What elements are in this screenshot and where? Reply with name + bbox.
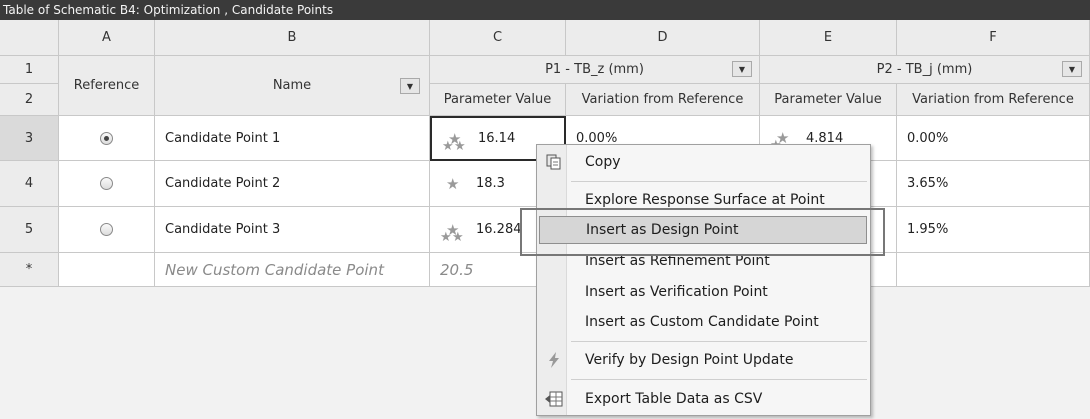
column-a-header[interactable]: A [59, 20, 155, 56]
p1-value: 16.14 [478, 131, 516, 146]
name-filter-dropdown[interactable]: ▼ [400, 78, 420, 94]
star-icon: ★ [446, 174, 460, 193]
menu-item-verify-by-design-point-update[interactable]: Verify by Design Point Update [537, 346, 870, 374]
menu-item-label: Export Table Data as CSV [585, 391, 763, 407]
corner-cell [0, 20, 59, 56]
chevron-down-icon: ▼ [738, 64, 746, 74]
row-number-4[interactable]: 4 [0, 161, 59, 207]
p1-value: 16.284 [476, 222, 522, 237]
row-number-2[interactable]: 2 [0, 84, 59, 116]
p1-dropdown[interactable]: ▼ [732, 61, 752, 77]
chevron-down-icon: ▼ [1068, 64, 1076, 74]
row-number-3[interactable]: 3 [0, 116, 59, 161]
reference-radio-cell[interactable] [59, 161, 155, 207]
table-row-name[interactable]: Candidate Point 2 [155, 161, 430, 207]
p2-variation-cell[interactable]: 1.95% [897, 207, 1090, 253]
table-row-name[interactable]: Candidate Point 1 [155, 116, 430, 161]
p2-variation-cell[interactable]: 3.65% [897, 161, 1090, 207]
p2-variation-header: Variation from Reference [897, 84, 1090, 116]
row-number-1[interactable]: 1 [0, 56, 59, 84]
menu-item-copy[interactable]: Copy [537, 148, 870, 176]
context-menu: Copy Explore Response Surface at Point I… [536, 144, 871, 416]
reference-header: Reference [59, 56, 155, 116]
lightning-icon [543, 350, 565, 370]
reference-radio[interactable] [100, 223, 113, 236]
reference-radio-cell[interactable] [59, 116, 155, 161]
menu-item-label: Verify by Design Point Update [585, 352, 794, 368]
row-number-new[interactable]: * [0, 253, 59, 287]
copy-icon [543, 152, 565, 172]
menu-separator [571, 379, 867, 380]
reference-radio[interactable] [100, 177, 113, 190]
window-title: Table of Schematic B4: Optimization , Ca… [0, 0, 1090, 20]
star-icon: ★ ★ ★ [440, 220, 464, 245]
new-row-p2-variation[interactable] [897, 253, 1090, 287]
reference-radio-cell[interactable] [59, 207, 155, 253]
p1-value: 18.3 [476, 176, 505, 191]
menu-item-label: Insert as Verification Point [585, 284, 768, 300]
p2-variation-cell[interactable]: 0.00% [897, 116, 1090, 161]
column-d-header[interactable]: D [566, 20, 760, 56]
chevron-down-icon: ▼ [406, 81, 414, 91]
p1-variation-header: Variation from Reference [566, 84, 760, 116]
reference-radio-selected[interactable] [100, 131, 113, 145]
new-candidate-name-input[interactable]: New Custom Candidate Point [155, 253, 430, 287]
new-row-reference-cell[interactable] [59, 253, 155, 287]
column-f-header[interactable]: F [897, 20, 1090, 56]
name-header: Name [155, 56, 430, 116]
menu-item-insert-verification-point[interactable]: Insert as Verification Point [537, 278, 870, 306]
column-e-header[interactable]: E [760, 20, 897, 56]
menu-separator [571, 181, 867, 182]
menu-separator [571, 341, 867, 342]
name-header-label: Name [272, 78, 312, 93]
p2-dropdown[interactable]: ▼ [1062, 61, 1082, 77]
p2-header: P2 - TB_j (mm) [760, 56, 1090, 84]
row-number-5[interactable]: 5 [0, 207, 59, 253]
menu-item-insert-custom-candidate-point[interactable]: Insert as Custom Candidate Point [537, 308, 870, 336]
menu-item-label: Copy [585, 154, 621, 170]
p1-header: P1 - TB_z (mm) [430, 56, 760, 84]
star-icon: ★ ★ ★ [442, 129, 466, 154]
export-icon [543, 389, 565, 409]
p2-parameter-value-header: Parameter Value [760, 84, 897, 116]
column-b-header[interactable]: B [155, 20, 430, 56]
menu-item-label: Insert as Custom Candidate Point [585, 314, 819, 330]
table-row-name[interactable]: Candidate Point 3 [155, 207, 430, 253]
column-c-header[interactable]: C [430, 20, 566, 56]
p1-parameter-value-header: Parameter Value [430, 84, 566, 116]
menu-item-label: Explore Response Surface at Point [585, 192, 825, 208]
highlight-frame [520, 208, 885, 256]
menu-item-export-csv[interactable]: Export Table Data as CSV [537, 385, 870, 413]
